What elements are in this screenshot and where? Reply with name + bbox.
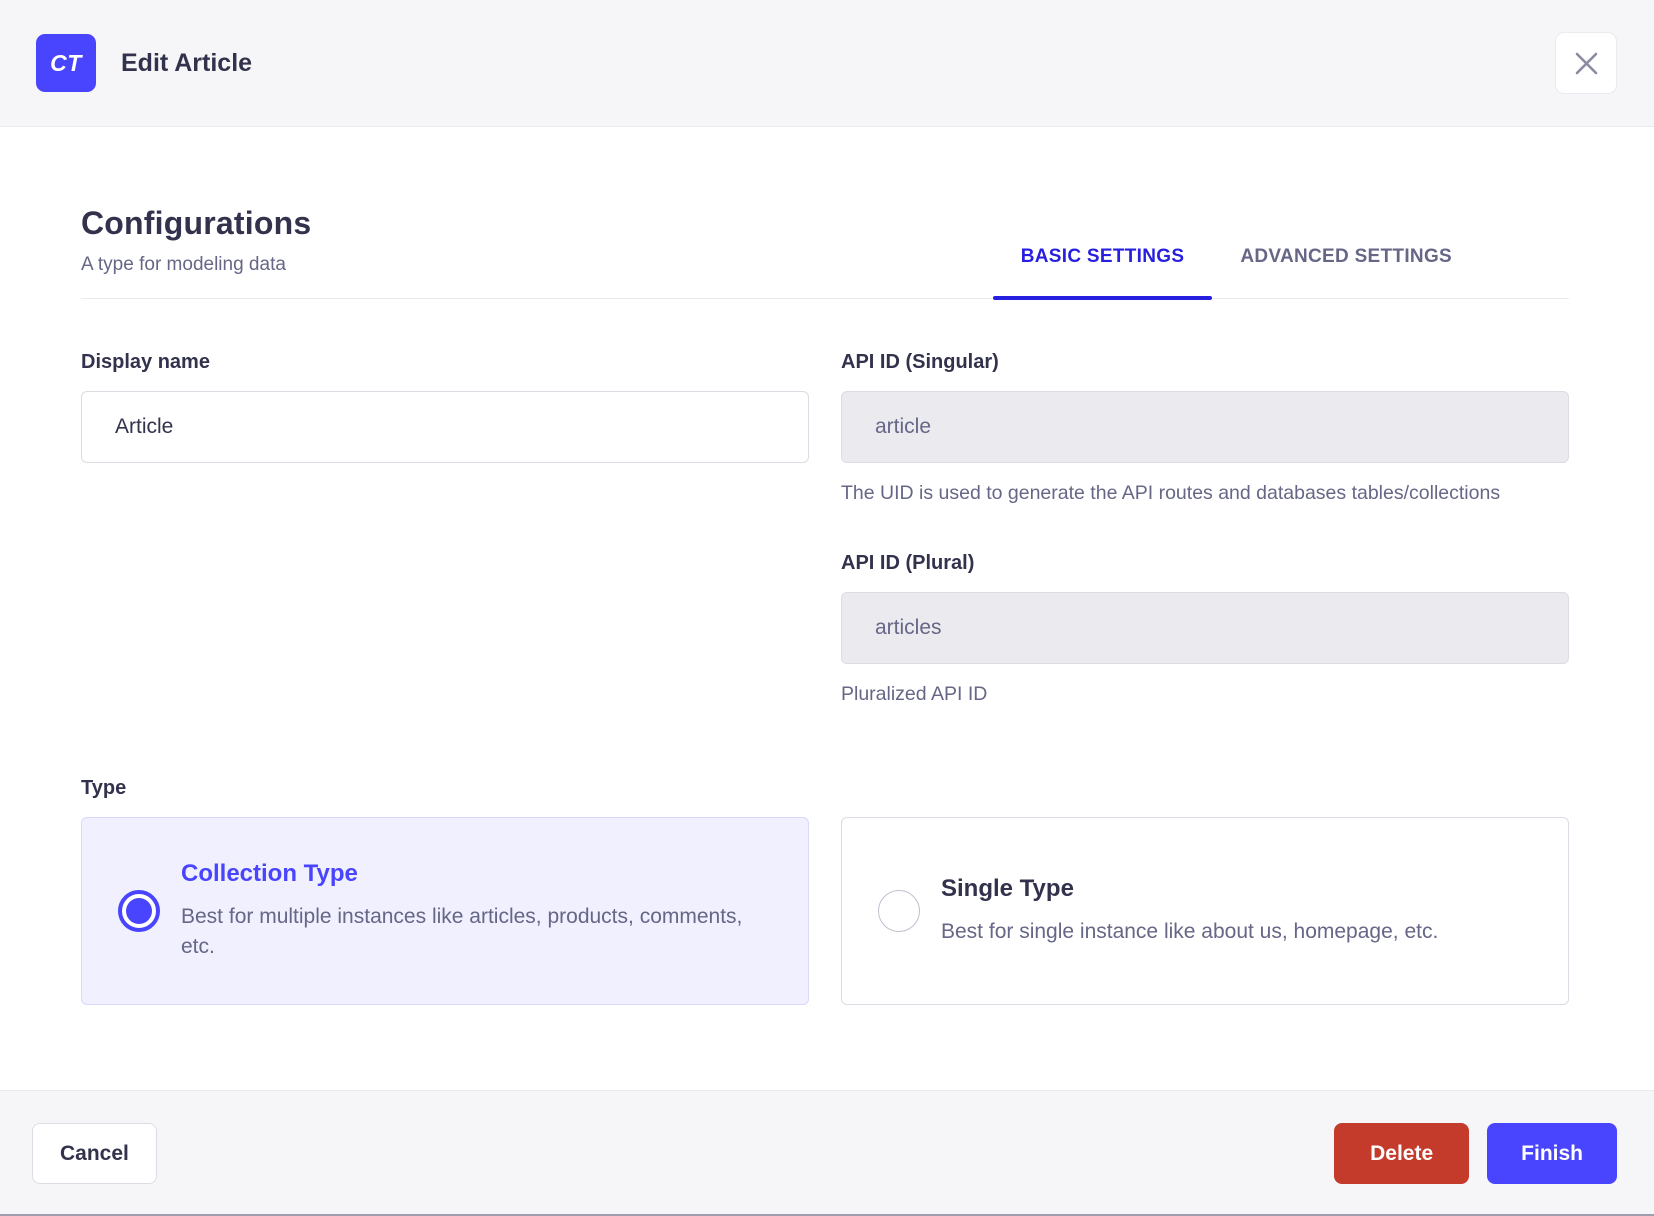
- modal-body: Configurations A type for modeling data …: [0, 127, 1654, 1090]
- section-titles: Configurations A type for modeling data: [81, 205, 311, 298]
- type-option-single[interactable]: Single Type Best for single instance lik…: [841, 817, 1569, 1006]
- close-button[interactable]: [1555, 32, 1617, 94]
- type-option-single-description: Best for single instance like about us, …: [941, 920, 1439, 944]
- api-id-singular-input: [841, 391, 1569, 463]
- api-id-singular-label: API ID (Singular): [841, 351, 999, 373]
- page-title: Configurations: [81, 205, 312, 241]
- modal-header: CT Edit Article: [0, 0, 1654, 127]
- tab-basic-settings[interactable]: BASIC SETTINGS: [992, 246, 1213, 300]
- display-name-input[interactable]: [81, 391, 809, 463]
- api-id-singular-hint: The UID is used to generate the API rout…: [841, 482, 1501, 504]
- type-option-collection-text: Collection Type Best for multiple instan…: [181, 860, 768, 963]
- edit-content-type-modal: CT Edit Article Configurations A type fo…: [0, 0, 1654, 1216]
- type-option-single-title: Single Type: [941, 875, 1074, 903]
- type-section: Type Collection Type Best for multiple i…: [81, 777, 1569, 1006]
- settings-tabs: BASIC SETTINGS ADVANCED SETTINGS: [992, 246, 1480, 300]
- api-id-plural-label: API ID (Plural): [841, 552, 975, 575]
- api-id-plural-group: API ID (Plural) Pluralized API ID: [841, 552, 1569, 709]
- page-subtitle: A type for modeling data: [81, 254, 286, 275]
- delete-button[interactable]: Delete: [1334, 1123, 1470, 1184]
- configuration-form: Display name API ID (Singular) The UID i…: [81, 351, 1569, 709]
- api-id-plural-hint: Pluralized API ID: [841, 683, 988, 706]
- type-option-collection[interactable]: Collection Type Best for multiple instan…: [81, 817, 809, 1006]
- content-type-badge: CT: [36, 34, 96, 92]
- type-options: Collection Type Best for multiple instan…: [81, 817, 1569, 1006]
- radio-unselected-icon[interactable]: [878, 890, 920, 933]
- finish-button[interactable]: Finish: [1487, 1123, 1617, 1184]
- modal-title: Edit Article: [121, 48, 253, 77]
- modal-footer: Cancel Delete Finish: [0, 1090, 1654, 1216]
- type-option-single-text: Single Type Best for single instance lik…: [941, 875, 1438, 947]
- radio-selected-icon[interactable]: [118, 890, 160, 933]
- display-name-group: Display name: [81, 351, 809, 709]
- section-header: Configurations A type for modeling data …: [81, 205, 1569, 300]
- api-id-plural-input: [841, 592, 1569, 665]
- cancel-button[interactable]: Cancel: [32, 1123, 157, 1184]
- api-id-singular-group: API ID (Singular) The UID is used to gen…: [841, 351, 1569, 508]
- content-type-badge-label: CT: [50, 49, 82, 76]
- close-icon: [1574, 51, 1599, 76]
- type-label: Type: [81, 777, 127, 800]
- display-name-label: Display name: [81, 351, 210, 373]
- api-id-column: API ID (Singular) The UID is used to gen…: [841, 351, 1569, 709]
- type-option-collection-title: Collection Type: [181, 860, 358, 887]
- type-option-collection-description: Best for multiple instances like article…: [181, 905, 743, 959]
- tab-advanced-settings[interactable]: ADVANCED SETTINGS: [1212, 246, 1480, 298]
